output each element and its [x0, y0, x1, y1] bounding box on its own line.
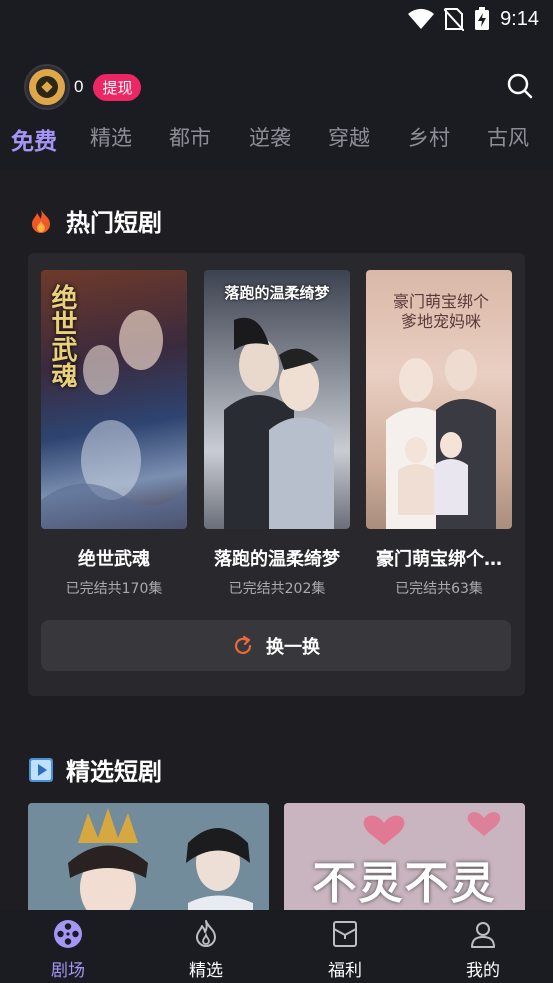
drama-meta: 已完结共202集 — [228, 581, 326, 597]
tab-selected[interactable]: 精选 — [90, 122, 132, 152]
tab-city[interactable]: 都市 — [169, 122, 211, 152]
nav-profile[interactable]: 我的 — [443, 918, 523, 981]
nav-selected-label: 精选 — [189, 961, 223, 981]
nav-profile-label: 我的 — [466, 961, 500, 981]
top-bar: 0 提现 免费 精选 都市 逆袭 穿越 乡村 古风 — [0, 40, 553, 170]
poster-art — [224, 317, 334, 529]
play-icon — [29, 757, 53, 782]
poster-title-text: 绝世武魂 — [47, 284, 77, 388]
tab-free[interactable]: 免费 — [11, 122, 57, 156]
flame-icon — [196, 920, 216, 947]
drama-poster[interactable]: 豪门萌宝绑个爹地宠妈咪 — [366, 270, 512, 529]
refresh-icon — [234, 635, 252, 654]
status-icons: 9:14 — [408, 7, 539, 31]
user-icon — [471, 922, 495, 948]
drama-poster[interactable]: 绝世武魂 — [41, 270, 187, 529]
refresh-label: 换一换 — [266, 636, 320, 658]
nav-welfare[interactable]: 福利 — [305, 918, 385, 981]
hot-section-header: 热门短剧 — [28, 203, 162, 238]
clock: 9:14 — [500, 7, 539, 30]
nav-theater-label: 剧场 — [51, 961, 85, 981]
coin-balance[interactable]: 0 提现 — [26, 66, 142, 108]
tab-ancient[interactable]: 古风 — [487, 122, 529, 152]
film-reel-icon — [54, 920, 82, 948]
drama-card[interactable]: 豪门萌宝绑个爹地宠妈咪 豪门萌宝绑个… 已完结共63集 — [366, 270, 512, 598]
drama-title: 豪门萌宝绑个… — [376, 549, 502, 570]
poster-title-text: 豪门萌宝绑个爹地宠妈咪 — [392, 292, 489, 331]
hot-section-title: 热门短剧 — [66, 209, 162, 237]
refresh-button[interactable]: 换一换 — [41, 620, 511, 671]
nav-selected[interactable]: 精选 — [166, 918, 246, 981]
featured-poster[interactable]: 不灵不灵 — [284, 803, 525, 913]
bottom-nav: 剧场 精选 福利 我的 — [0, 910, 553, 983]
featured-section-header: 精选短剧 — [28, 752, 162, 787]
tab-comeback[interactable]: 逆袭 — [249, 122, 291, 152]
wifi-icon — [408, 8, 435, 29]
status-bar: 9:14 — [0, 0, 553, 40]
fire-icon — [32, 208, 50, 233]
drama-title: 落跑的温柔绮梦 — [214, 549, 340, 570]
drama-card[interactable]: 绝世武魂 绝世武魂 已完结共170集 — [41, 270, 187, 598]
drama-card[interactable]: 落跑的温柔绮梦 落跑的温柔绮梦 已完结共202集 — [204, 270, 350, 598]
drama-title: 绝世武魂 — [78, 549, 150, 570]
hot-dramas-panel: 绝世武魂 绝世武魂 已完结共170集 落跑的温柔绮梦 落跑的温柔绮梦 已完结共2… — [28, 253, 525, 696]
main-content: 热门短剧 绝世武魂 绝世武魂 已完结共170集 落跑的温柔绮梦 落跑的温柔绮梦 … — [0, 170, 553, 913]
no-sim-icon — [444, 8, 465, 31]
drama-meta: 已完结共63集 — [395, 581, 483, 597]
coin-icon — [26, 66, 68, 108]
drama-meta: 已完结共170集 — [65, 581, 163, 597]
tab-countryside[interactable]: 乡村 — [408, 122, 450, 152]
gift-envelope-icon — [333, 921, 357, 947]
search-icon[interactable] — [507, 73, 533, 99]
featured-poster[interactable] — [28, 803, 269, 913]
featured-poster-art — [28, 803, 269, 913]
nav-welfare-label: 福利 — [328, 961, 362, 981]
tab-time-travel[interactable]: 穿越 — [328, 122, 370, 152]
withdraw-button[interactable]: 提现 — [93, 73, 142, 101]
featured-section-title: 精选短剧 — [66, 758, 162, 786]
battery-charging-icon — [475, 7, 490, 30]
drama-poster[interactable]: 落跑的温柔绮梦 — [204, 270, 350, 529]
coin-count: 0 — [74, 77, 84, 96]
nav-theater[interactable]: 剧场 — [28, 918, 108, 981]
featured-poster-text: 不灵不灵 — [312, 858, 497, 909]
poster-title-text: 落跑的温柔绮梦 — [224, 284, 330, 302]
category-tabs: 免费 精选 都市 逆袭 穿越 乡村 古风 — [0, 122, 553, 162]
